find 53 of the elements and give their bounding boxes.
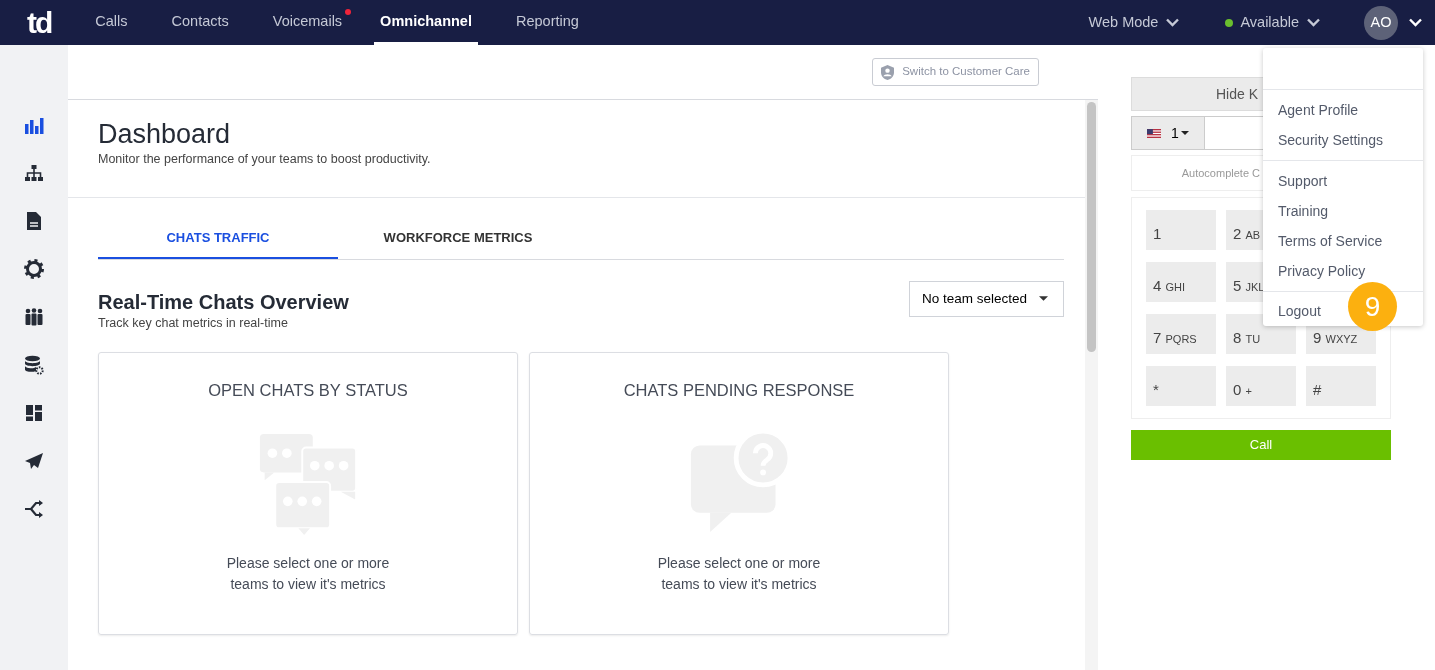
caret-down-icon xyxy=(1039,296,1049,302)
team-select[interactable]: No team selected xyxy=(909,280,1064,317)
keypad-key[interactable]: 7 PQRS xyxy=(1146,314,1216,354)
bar-chart-icon xyxy=(25,118,44,134)
empty-message: Please select one or more teams to view it's metrics xyxy=(225,554,391,594)
country-code-select[interactable]: 1 xyxy=(1131,116,1205,150)
sidebar-item[interactable] xyxy=(24,403,44,423)
keypad-key[interactable]: 4 GHI xyxy=(1146,262,1216,302)
menu-item[interactable]: Security Settings xyxy=(1263,125,1423,155)
paper-plane-icon xyxy=(25,453,43,469)
team-icon xyxy=(25,308,43,326)
sidebar-item[interactable] xyxy=(24,307,44,327)
sidebar-item[interactable] xyxy=(24,355,44,375)
keypad-key[interactable]: # xyxy=(1306,366,1376,406)
merge-arrows-icon xyxy=(24,500,43,518)
card-title: CHATS PENDING RESPONSE xyxy=(623,380,855,402)
scrollbar-thumb[interactable] xyxy=(1087,102,1096,352)
us-flag-icon xyxy=(1147,128,1162,138)
avatar[interactable]: AO xyxy=(1364,5,1398,40)
database-settings-icon xyxy=(25,355,44,375)
section-title: Real-Time Chats Overview xyxy=(98,289,349,314)
mode-dropdown[interactable]: Web Mode xyxy=(1088,11,1180,34)
tab[interactable]: CHATS TRAFFIC xyxy=(98,218,338,259)
status-dropdown[interactable]: Available xyxy=(1225,11,1320,34)
chevron-down-icon xyxy=(1307,18,1320,27)
sidebar-item[interactable] xyxy=(24,259,44,279)
sidebar-item[interactable] xyxy=(24,163,44,183)
sidebar-item[interactable] xyxy=(24,115,44,135)
keypad-key[interactable]: 0 + xyxy=(1226,366,1296,406)
page-title: Dashboard xyxy=(98,118,232,151)
nav-tab[interactable]: Voicemails xyxy=(266,0,352,45)
keypad-key[interactable]: * xyxy=(1146,366,1216,406)
sidebar-item[interactable] xyxy=(24,211,44,231)
nav-tab[interactable]: Calls xyxy=(89,0,134,45)
nav-tab[interactable]: Reporting xyxy=(509,0,585,45)
keypad-key[interactable]: 1 xyxy=(1146,210,1216,250)
nav-tab[interactable]: Contacts xyxy=(165,0,235,45)
chevron-down-icon xyxy=(1166,18,1180,27)
shield-user-icon xyxy=(881,64,895,80)
logo[interactable]: td xyxy=(27,7,52,38)
empty-message: Please select one or more teams to view it's metrics xyxy=(656,554,822,594)
sidebar-item[interactable] xyxy=(24,499,44,519)
dashboard-icon xyxy=(26,405,42,421)
sidebar-item[interactable] xyxy=(24,451,44,471)
card-title: OPEN CHATS BY STATUS xyxy=(208,380,408,402)
document-icon xyxy=(27,212,41,230)
caret-down-icon xyxy=(1180,131,1189,135)
hierarchy-icon xyxy=(25,165,43,181)
settings-icon xyxy=(24,259,44,279)
page-subtitle: Monitor the performance of your teams to boost productivity. xyxy=(98,151,432,169)
section-subtitle: Track key chat metrics in real-time xyxy=(98,314,289,332)
chevron-down-icon xyxy=(1408,18,1423,27)
tab[interactable]: WORKFORCE METRICS xyxy=(338,218,578,259)
